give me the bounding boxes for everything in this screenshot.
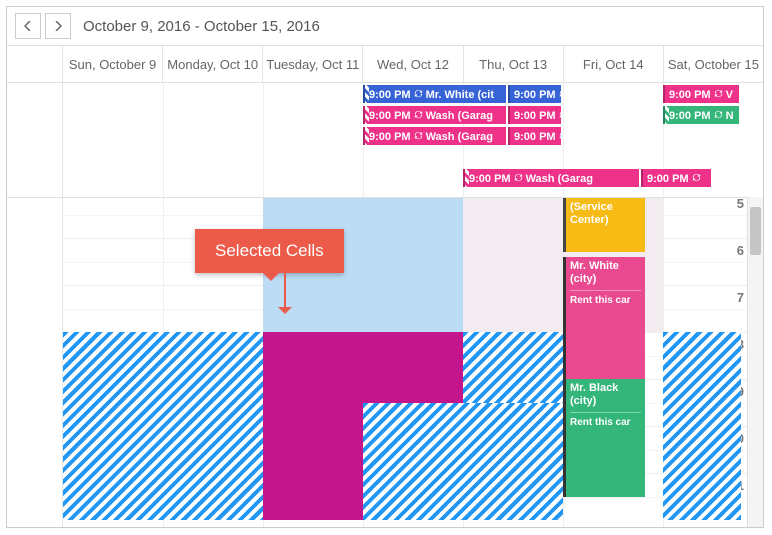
event-title: Mr. White (city) <box>570 260 641 286</box>
stripe-marker <box>463 169 469 187</box>
event-label: Mr. White (cit <box>426 89 494 101</box>
recurring-icon <box>691 172 702 186</box>
event-time: 9:00 PM <box>369 110 411 122</box>
allday-slots[interactable]: 9:00 PM Mr. White (cit 9:00 PM 9:00 PM Wash … <box>63 83 763 197</box>
event-label: N <box>726 110 734 122</box>
magenta-block[interactable] <box>363 332 463 403</box>
callout-arrow-line <box>284 271 286 309</box>
day-header[interactable]: Thu, Oct 13 <box>464 46 564 82</box>
next-button[interactable] <box>45 13 71 39</box>
time-grid: 50060070080090010001100 (Service Center)… <box>7 198 763 528</box>
hatched-region <box>663 332 741 520</box>
event-title: Mr. Black (city) <box>570 382 641 408</box>
day-header[interactable]: Sun, October 9 <box>63 46 163 82</box>
allday-event[interactable]: 9:00 PM Wash (Garag <box>363 106 506 124</box>
event-label: Wash (Garag <box>426 110 493 122</box>
recurring-icon <box>558 109 561 123</box>
event-time: 9:00 PM <box>647 173 689 185</box>
allday-event[interactable]: 9:00 PM Wash (Garag <box>463 169 639 187</box>
event-label: V <box>726 89 733 101</box>
date-range-label: October 9, 2016 - October 15, 2016 <box>83 18 320 35</box>
event-time: 9:00 PM <box>469 173 511 185</box>
recurring-icon <box>558 88 561 102</box>
callout-arrow-head <box>278 307 292 321</box>
allday-event[interactable]: 9:00 PM V <box>663 85 739 103</box>
day-header[interactable]: Fri, Oct 14 <box>564 46 664 82</box>
event-time: 9:00 PM <box>369 131 411 143</box>
time-gutter: 50060070080090010001100 <box>7 198 63 528</box>
recurring-icon <box>413 109 424 123</box>
event-subtitle: Rent this car <box>570 290 641 307</box>
magenta-block[interactable] <box>263 332 363 520</box>
recurring-icon <box>413 88 424 102</box>
hatched-region <box>463 332 563 403</box>
allday-event[interactable]: 9:00 PM Mr. White (cit <box>363 85 506 103</box>
event-subtitle: Rent this car <box>570 412 641 429</box>
allday-event[interactable]: 9:00 PM N <box>663 106 739 124</box>
event-label: Wash (Garag <box>426 131 493 143</box>
stripe-marker <box>363 85 369 103</box>
allday-event[interactable]: 9:00 PM <box>508 106 561 124</box>
event-time: 9:00 PM <box>514 110 556 122</box>
faded-bg <box>463 198 563 332</box>
recurring-icon <box>513 172 524 186</box>
stripe-marker <box>663 106 669 124</box>
recurring-icon <box>558 130 561 144</box>
day-header[interactable]: Wed, Oct 12 <box>363 46 463 82</box>
event-time: 9:00 PM <box>669 110 711 122</box>
day-header[interactable]: Sat, October 15 <box>664 46 763 82</box>
recurring-icon <box>413 130 424 144</box>
recurring-icon <box>713 109 724 123</box>
callout-selected-cells: Selected Cells <box>195 229 344 273</box>
event-label: Wash (Garag <box>526 173 593 185</box>
day-header-row: Sun, October 9 Monday, Oct 10 Tuesday, O… <box>7 45 763 83</box>
event-time: 9:00 PM <box>514 131 556 143</box>
scrollbar[interactable] <box>747 197 763 527</box>
event-time: 9:00 PM <box>669 89 711 101</box>
stripe-marker <box>363 106 369 124</box>
allday-gutter <box>7 83 63 197</box>
recurring-icon <box>713 88 724 102</box>
allday-event[interactable]: 9:00 PM <box>641 169 711 187</box>
prev-button[interactable] <box>15 13 41 39</box>
hatched-region <box>63 332 263 520</box>
scroll-thumb[interactable] <box>750 207 761 255</box>
scheduler-shell: October 9, 2016 - October 15, 2016 Sun, … <box>6 6 764 528</box>
grid-slots[interactable]: (Service Center) Mr. White (city) Rent thi… <box>63 198 763 528</box>
allday-panel: 9:00 PM Mr. White (cit 9:00 PM 9:00 PM Wash … <box>7 83 763 198</box>
event-service-center[interactable]: (Service Center) <box>563 198 645 252</box>
event-mr-white[interactable]: Mr. White (city) Rent this car <box>563 257 645 379</box>
allday-event[interactable]: 9:00 PM Wash (Garag <box>363 127 506 145</box>
allday-event[interactable]: 9:00 PM <box>508 127 561 145</box>
event-time: 9:00 PM <box>369 89 411 101</box>
chevron-left-icon <box>24 21 32 31</box>
time-gutter-header <box>7 46 63 82</box>
day-header[interactable]: Tuesday, Oct 11 <box>263 46 363 82</box>
day-header[interactable]: Monday, Oct 10 <box>163 46 263 82</box>
topbar: October 9, 2016 - October 15, 2016 <box>7 7 763 45</box>
allday-event[interactable]: 9:00 PM <box>508 85 561 103</box>
chevron-right-icon <box>54 21 62 31</box>
event-title: (Service Center) <box>570 201 641 227</box>
event-time: 9:00 PM <box>514 89 556 101</box>
hatched-region <box>363 403 563 521</box>
stripe-marker <box>363 127 369 145</box>
event-mr-black[interactable]: Mr. Black (city) Rent this car <box>563 379 645 497</box>
